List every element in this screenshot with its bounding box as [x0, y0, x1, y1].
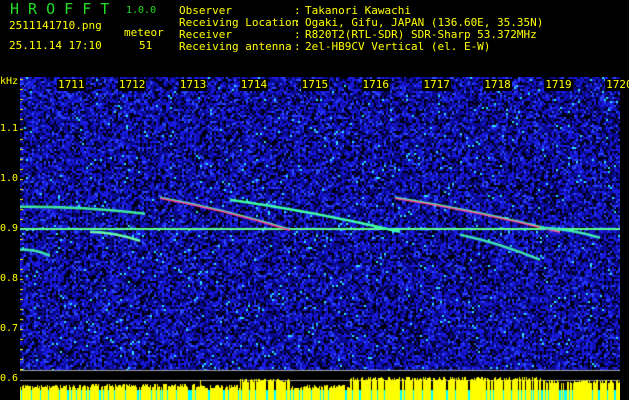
y-unit-label: kHz	[0, 76, 19, 87]
app-version: 1.0.0	[126, 5, 157, 16]
spectrogram	[20, 77, 620, 400]
info-antenna: 2el-HB9CV Vertical (el. E-W)	[305, 40, 491, 53]
x-tick-label: 1718	[483, 78, 512, 91]
x-tick-label: 1715	[300, 78, 330, 91]
meteor-label: meteor	[124, 26, 164, 39]
info-label: Receiving antenna	[179, 40, 292, 53]
file-datetime: 25.11.14 17:10	[9, 39, 102, 52]
y-tick-label: 0.6	[0, 373, 19, 384]
y-tick-label: 1.1	[0, 123, 19, 134]
x-tick-label: 1720	[605, 79, 629, 91]
meteor-count: 51	[139, 39, 153, 52]
x-tick-label: 1716	[361, 78, 390, 91]
x-tick-label: 1711	[57, 78, 86, 91]
info-sep: :	[294, 40, 301, 53]
file-name: 2511141710.png	[9, 19, 102, 32]
x-tick-label: 1719	[544, 78, 573, 91]
y-tick-label: 0.9	[0, 223, 19, 234]
x-tick-label: 1717	[422, 78, 451, 91]
y-tick-label: 1.0	[0, 173, 19, 184]
hrofft-window: H R O F F T 1.0.0 2511141710.png 25.11.1…	[0, 0, 629, 400]
x-tick-label: 1714	[239, 78, 269, 91]
x-tick-label: 1712	[117, 78, 147, 91]
x-tick-label: 1713	[178, 78, 208, 91]
y-tick-label: 0.8	[0, 273, 19, 284]
app-logo: H R O F F T	[10, 0, 110, 18]
y-tick-label: 0.7	[0, 323, 19, 334]
